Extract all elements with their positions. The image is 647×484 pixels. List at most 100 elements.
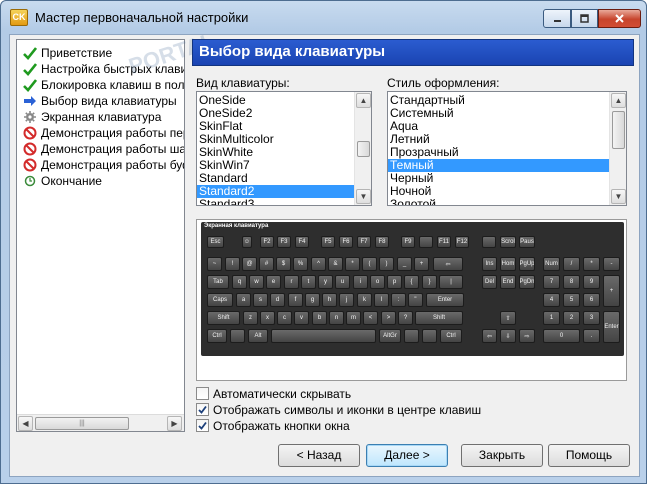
next-button[interactable]: Далее >: [366, 444, 448, 467]
close-window-button[interactable]: [598, 9, 641, 28]
nav-step-item[interactable]: Приветствие: [17, 45, 112, 61]
keyboard-key: Scrol: [500, 236, 516, 248]
nav-step-label: Выбор вида клавиатуры: [41, 94, 177, 108]
checkbox-box[interactable]: [196, 387, 209, 400]
nav-step-item[interactable]: Окончание: [17, 173, 102, 189]
keyboard-key: 1: [543, 311, 560, 325]
keyboard-key: /: [563, 257, 580, 271]
scroll-up-arrow-icon[interactable]: ▲: [356, 93, 371, 108]
scrollbar-thumb[interactable]: [612, 111, 625, 149]
minimize-button[interactable]: [543, 9, 571, 28]
scroll-up-arrow-icon[interactable]: ▲: [611, 93, 626, 108]
keyboard-key: j: [339, 293, 354, 307]
keyboard-key: 3: [583, 311, 600, 325]
keyboard-key: }: [422, 275, 437, 289]
scroll-right-arrow-icon[interactable]: ▶: [167, 416, 182, 431]
keyboard-key: ): [379, 257, 394, 271]
nav-step-item[interactable]: Демонстрация работы шаб: [17, 141, 185, 157]
list-item[interactable]: Системный: [388, 107, 626, 120]
keyboard-preview-title: Экранная клавиатура: [204, 223, 269, 229]
nav-step-item[interactable]: Настройка быстрых клавиш: [17, 61, 184, 77]
keyboard-key: F3: [277, 236, 291, 248]
no-entry-icon: [23, 158, 37, 172]
keyboard-key: Hom: [500, 257, 516, 271]
keyboard-key: Ctrl: [207, 329, 227, 343]
back-button[interactable]: < Назад: [278, 444, 360, 467]
wizard-steps-list[interactable]: Приветствие Настройка быстрых клавиш Блоки…: [16, 39, 185, 432]
keyboard-key: c: [277, 311, 292, 325]
step-title: Выбор вида клавиатуры: [199, 43, 386, 60]
checkmark-icon: [23, 78, 37, 92]
nav-step-label: Демонстрация работы буф: [41, 158, 185, 172]
keyboard-key: ⇦: [482, 329, 497, 343]
keyboard-key: *: [583, 257, 600, 271]
no-entry-icon: [23, 126, 37, 140]
close-icon: [615, 14, 624, 23]
keyboard-key: +: [603, 275, 620, 307]
horizontal-scrollbar[interactable]: ◀ ||| ▶: [17, 414, 184, 431]
maximize-button[interactable]: [571, 9, 598, 28]
list-item[interactable]: Standard3: [197, 198, 371, 206]
nav-step-item[interactable]: Демонстрация работы буф: [17, 157, 185, 173]
scroll-left-arrow-icon[interactable]: ◀: [18, 416, 33, 431]
scroll-down-arrow-icon[interactable]: ▼: [611, 189, 626, 204]
keyboard-key: 2: [563, 311, 580, 325]
keyboard-key: Esc: [207, 236, 224, 248]
nav-step-item[interactable]: Выбор вида клавиатуры: [17, 93, 177, 109]
style-list[interactable]: Стандартный Системный Aqua Летний Прозрачный…: [387, 91, 627, 206]
keyboard-key: >: [381, 311, 396, 325]
vertical-scrollbar[interactable]: ▲ ▼: [354, 92, 371, 205]
keyboard-key: @: [242, 257, 257, 271]
keyboard-type-list[interactable]: OneSide OneSide2 SkinFlat SkinMulticolor Ski…: [196, 91, 372, 206]
vertical-scrollbar[interactable]: ▲ ▼: [609, 92, 626, 205]
nav-step-label: Демонстрация работы шаб: [41, 142, 185, 156]
keyboard-key: AltGr: [379, 329, 401, 343]
no-entry-icon: [23, 142, 37, 156]
keyboard-key: Enter: [603, 311, 620, 343]
keyboard-key: f: [288, 293, 303, 307]
scroll-down-arrow-icon[interactable]: ▼: [356, 189, 371, 204]
keyboard-key: .: [583, 329, 600, 343]
keyboard-key: Tab: [207, 275, 229, 289]
wizard-client-area: Приветствие Настройка быстрых клавиш Блоки…: [9, 28, 640, 477]
scrollbar-thumb[interactable]: [357, 141, 370, 157]
gear-icon: [23, 110, 37, 124]
checkbox-box[interactable]: [196, 403, 209, 416]
keyboard-key: i: [353, 275, 368, 289]
help-button[interactable]: Помощь: [548, 444, 630, 467]
keyboard-key: k: [357, 293, 372, 307]
title-bar[interactable]: CK Мастер первоначальной настройки: [1, 1, 646, 35]
keyboard-key: a: [236, 293, 251, 307]
show-window-buttons-checkbox[interactable]: Отображать кнопки окна: [196, 418, 350, 433]
keyboard-key: d: [270, 293, 285, 307]
keyboard-key: $: [276, 257, 291, 271]
auto-hide-checkbox[interactable]: Автоматически скрывать: [196, 386, 351, 401]
checkbox-box[interactable]: [196, 419, 209, 432]
keyboard-key: u: [335, 275, 350, 289]
nav-step-label: Экранная клавиатура: [41, 110, 162, 124]
keyboard-key: v: [294, 311, 309, 325]
scrollbar-thumb[interactable]: |||: [35, 417, 129, 430]
keyboard-key: x: [260, 311, 275, 325]
nav-step-item[interactable]: Экранная клавиатура: [17, 109, 161, 125]
keyboard-key: End: [500, 275, 516, 289]
keyboard-key: ?: [398, 311, 413, 325]
keyboard-key: z: [243, 311, 258, 325]
keyboard-key: PgDn: [519, 275, 535, 289]
keyboard-key: F6: [339, 236, 353, 248]
nav-step-item[interactable]: Демонстрация работы пер: [17, 125, 184, 141]
maximize-icon: [580, 14, 589, 23]
clock-icon: [23, 174, 37, 188]
show-symbols-checkbox[interactable]: Отображать символы и иконки в центре кла…: [196, 402, 481, 417]
keyboard-key: y: [318, 275, 333, 289]
close-button[interactable]: Закрыть: [461, 444, 543, 467]
style-label: Стиль оформления:: [387, 76, 500, 90]
list-item[interactable]: Золотой: [388, 198, 626, 206]
keyboard-key: _: [397, 257, 412, 271]
keyboard-key: e: [266, 275, 281, 289]
nav-step-item[interactable]: Блокировка клавиш в полн: [17, 77, 184, 93]
keyboard-key: :: [391, 293, 406, 307]
keyboard-key: [404, 329, 419, 343]
keyboard-key: ⇦: [433, 257, 463, 271]
keyboard-key: q: [232, 275, 247, 289]
